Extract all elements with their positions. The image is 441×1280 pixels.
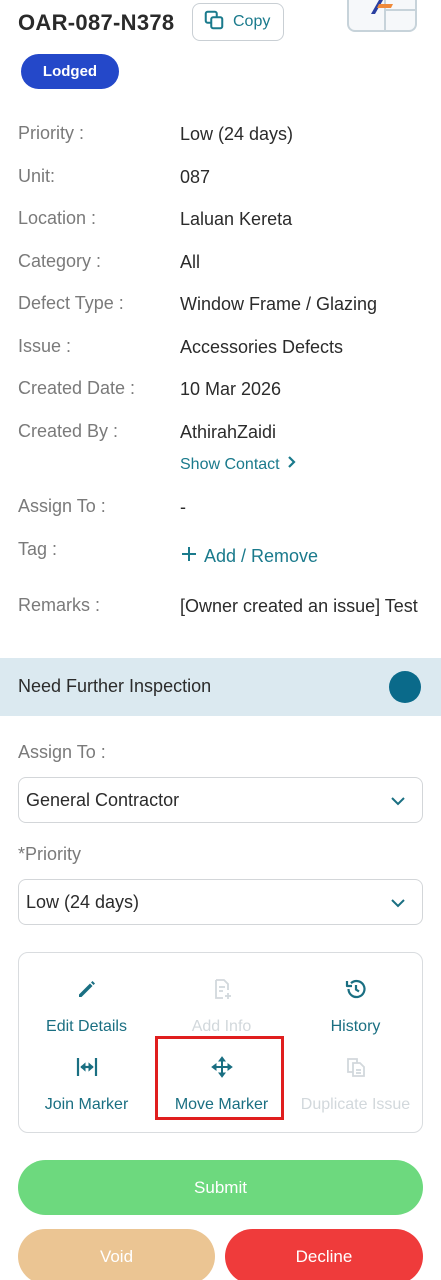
assign-to-select[interactable]: General Contractor [18, 777, 423, 823]
detail-label: Location : [18, 208, 97, 228]
detail-value: Laluan Kereta [180, 209, 293, 229]
detail-label: Unit: [18, 166, 56, 186]
detail-label: Assign To : [18, 496, 106, 516]
void-button[interactable]: Void [18, 1229, 215, 1280]
detail-value: 10 Mar 2026 [180, 379, 282, 399]
detail-label: Remarks : [18, 595, 101, 615]
edit-details-label: Edit Details [46, 1018, 127, 1035]
decline-button[interactable]: Decline [225, 1229, 423, 1280]
detail-value: - [180, 497, 186, 517]
history-icon [344, 977, 368, 1018]
detail-label: Tag : [18, 539, 58, 559]
chevron-down-icon [390, 895, 406, 911]
edit-details-button[interactable]: Edit Details [19, 977, 154, 1047]
show-contact-label: Show Contact [180, 455, 280, 473]
detail-value: Low (24 days) [180, 124, 294, 144]
tag-add-remove-button[interactable]: Add / Remove [180, 545, 318, 568]
assign-to-value: General Contractor [26, 789, 180, 810]
move-marker-highlight [155, 1036, 284, 1120]
inspection-toggle[interactable] [389, 671, 421, 703]
show-contact-link[interactable]: Show Contact [180, 455, 298, 474]
pencil-icon [75, 977, 99, 1018]
detail-label: Created By : [18, 421, 119, 441]
detail-value: [Owner created an issue] Test [180, 596, 418, 616]
copy-label: Copy [233, 13, 271, 30]
add-info-label: Add Info [191, 1018, 252, 1035]
submit-button[interactable]: Submit [18, 1160, 423, 1215]
priority-select[interactable]: Low (24 days) [18, 879, 423, 925]
detail-label: Created Date : [18, 378, 136, 398]
join-marker-label: Join Marker [44, 1096, 129, 1113]
need-further-inspection-bar: Need Further Inspection [0, 658, 441, 716]
chevron-down-icon [390, 793, 406, 809]
status-badge: Lodged [21, 54, 119, 89]
history-label: History [330, 1018, 381, 1035]
assign-to-label: Assign To : [18, 742, 106, 762]
copy-button[interactable]: Copy [192, 3, 284, 41]
join-marker-button[interactable]: Join Marker [19, 1055, 154, 1125]
join-marker-icon [75, 1055, 99, 1096]
plus-icon [180, 545, 198, 568]
priority-label: *Priority [18, 844, 82, 864]
duplicate-issue-label: Duplicate Issue [300, 1096, 411, 1113]
duplicate-icon [344, 1055, 368, 1096]
tag-add-remove-label: Add / Remove [204, 546, 319, 566]
detail-value: 087 [180, 167, 211, 187]
copy-icon [203, 9, 225, 36]
detail-value: All [180, 252, 201, 272]
add-document-icon [210, 977, 234, 1018]
floor-plan-thumbnail[interactable] [347, 0, 417, 32]
detail-label: Defect Type : [18, 293, 124, 313]
detail-label: Issue : [18, 336, 72, 356]
inspection-label: Need Further Inspection [18, 676, 212, 696]
duplicate-issue-button[interactable]: Duplicate Issue [288, 1055, 423, 1125]
issue-header: OAR-087-N378 Copy Lodged [0, 0, 441, 100]
detail-value: AthirahZaidi [180, 422, 277, 442]
detail-label: Priority : [18, 123, 85, 143]
issue-id: OAR-087-N378 [18, 10, 175, 35]
detail-value: Accessories Defects [180, 337, 344, 357]
detail-label: Category : [18, 251, 102, 271]
detail-value: Window Frame / Glazing [180, 294, 378, 314]
history-button[interactable]: History [288, 977, 423, 1047]
chevron-right-icon [286, 455, 298, 474]
priority-value: Low (24 days) [26, 891, 140, 912]
